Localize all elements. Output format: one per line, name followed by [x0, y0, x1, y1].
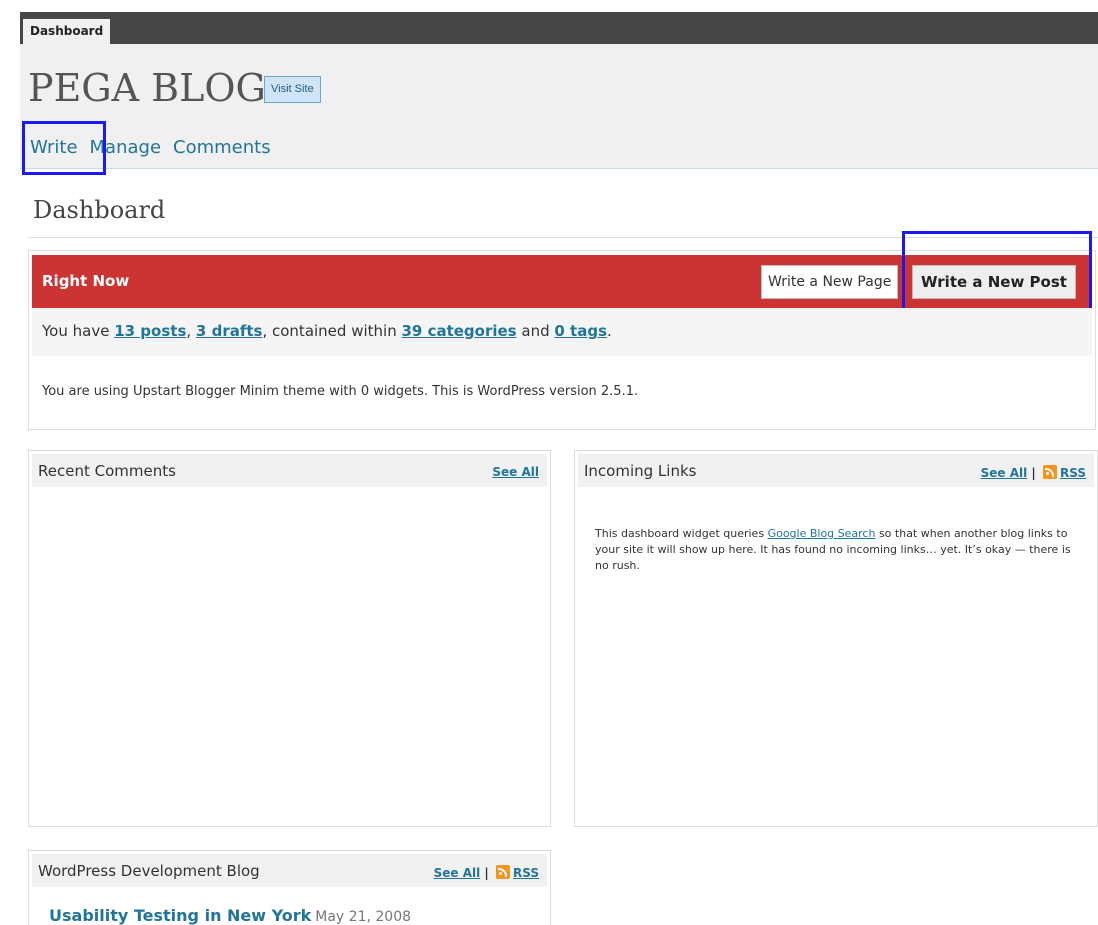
summary-end: . — [607, 322, 612, 340]
nav-comments[interactable]: Comments — [173, 137, 271, 158]
categories-link[interactable]: 39 categories — [401, 322, 516, 340]
dev-blog-item: Usability Testing in New York May 21, 200… — [49, 906, 411, 925]
recent-comments-see-all[interactable]: See All — [492, 465, 539, 479]
rss-icon[interactable] — [1043, 465, 1057, 479]
main-nav: Write Manage Comments — [22, 121, 283, 175]
posts-link[interactable]: 13 posts — [114, 322, 186, 340]
dev-blog-item-title[interactable]: Usability Testing in New York — [49, 906, 311, 925]
recent-comments-widget: Recent Comments See All — [28, 450, 551, 827]
recent-comments-header: Recent Comments See All — [32, 454, 547, 487]
incoming-links-title: Incoming Links — [584, 462, 697, 480]
dev-blog-separator: | — [480, 866, 493, 880]
incoming-links-header: Incoming Links See All | RSS — [578, 454, 1094, 487]
summary-mid: , contained within — [262, 322, 402, 340]
dev-blog-links: See All | RSS — [434, 865, 539, 880]
right-now-summary: You have 13 posts, 3 drafts, contained w… — [32, 308, 1092, 356]
theme-info: You are using Upstart Blogger Minim them… — [42, 384, 639, 399]
incoming-body-prefix: This dashboard widget queries — [595, 527, 768, 540]
blog-title[interactable]: PEGA BLOG — [28, 66, 266, 110]
rss-icon[interactable] — [496, 865, 510, 879]
recent-comments-links: See All — [492, 465, 539, 479]
dev-blog-header: WordPress Development Blog See All | RSS — [32, 854, 547, 887]
write-highlight-box — [22, 121, 106, 175]
dev-blog-item-date: May 21, 2008 — [315, 909, 412, 925]
dev-blog-widget: WordPress Development Blog See All | RSS… — [28, 850, 551, 925]
summary-comma: , — [186, 322, 196, 340]
incoming-links-see-all[interactable]: See All — [981, 466, 1028, 480]
summary-and: and — [516, 322, 555, 340]
right-now-header: Right Now Write a New Page Write a New P… — [32, 231, 1092, 327]
incoming-links-widget: Incoming Links See All | RSS This dashbo… — [574, 450, 1098, 827]
dev-blog-title: WordPress Development Blog — [38, 862, 260, 880]
dev-blog-see-all[interactable]: See All — [434, 866, 481, 880]
incoming-links-rss[interactable]: RSS — [1060, 466, 1086, 480]
right-now-widget: Right Now Write a New Page Write a New P… — [28, 231, 1096, 430]
recent-comments-title: Recent Comments — [38, 462, 176, 480]
incoming-links-links: See All | RSS — [981, 465, 1086, 480]
write-new-page-button[interactable]: Write a New Page — [761, 265, 899, 299]
incoming-links-body: This dashboard widget queries Google Blo… — [595, 526, 1085, 574]
page-title: Dashboard — [33, 196, 166, 224]
google-blog-search-link[interactable]: Google Blog Search — [768, 527, 876, 540]
dev-blog-rss[interactable]: RSS — [513, 866, 539, 880]
visit-site-button[interactable]: Visit Site — [264, 76, 321, 103]
tags-link[interactable]: 0 tags — [554, 322, 607, 340]
admin-topbar: Dashboard — [20, 12, 1098, 44]
right-now-title: Right Now — [42, 272, 130, 290]
blog-header: PEGA BLOG Visit Site Write Manage Comments — [20, 44, 1098, 175]
incoming-links-separator: | — [1027, 466, 1040, 480]
summary-prefix: You have — [42, 322, 115, 340]
dashboard-tab[interactable]: Dashboard — [23, 19, 111, 44]
drafts-link[interactable]: 3 drafts — [196, 322, 263, 340]
